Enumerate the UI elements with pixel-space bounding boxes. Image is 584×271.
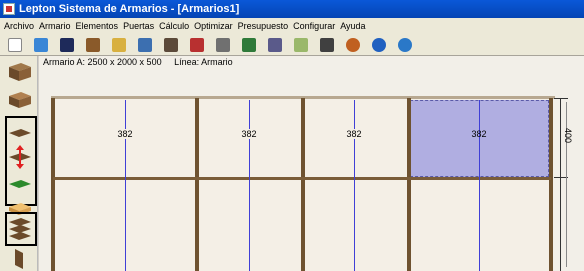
shelf-icon [9, 129, 31, 137]
move-shelf-icon [9, 145, 31, 169]
wardrobe-dimensions-label: Armario A: 2500 x 2000 x 500 [43, 57, 162, 67]
divider-3[interactable] [407, 98, 411, 271]
design-canvas[interactable]: Armario A: 2500 x 2000 x 500 Línea: Arma… [39, 56, 584, 271]
dimension-label-4: 382 [471, 129, 487, 139]
wardrobe-icon [86, 37, 100, 52]
new-document-icon [8, 37, 22, 52]
menu-elementos[interactable]: Elementos [76, 21, 119, 31]
monitor-button[interactable] [136, 36, 154, 54]
menu-presupuesto[interactable]: Presupuesto [238, 21, 289, 31]
green-shelf-icon [9, 180, 31, 188]
toolbar [0, 34, 584, 56]
dimension-label-2: 382 [229, 129, 269, 139]
divider-2[interactable] [301, 98, 305, 271]
dimension-label-3: 382 [334, 129, 374, 139]
shelf-button[interactable] [6, 120, 34, 146]
menu-calculo[interactable]: Cálculo [159, 21, 189, 31]
wardrobe-top-button[interactable] [6, 59, 34, 85]
menu-bar: Archivo Armario Elementos Puertas Cálcul… [0, 18, 584, 34]
menu-archivo[interactable]: Archivo [4, 21, 34, 31]
book-button[interactable] [188, 36, 206, 54]
multiple-shelves-button[interactable] [6, 216, 34, 242]
monitor-icon [138, 37, 152, 52]
stack-button[interactable] [240, 36, 258, 54]
dimension-line-1 [125, 100, 126, 271]
printer-icon [268, 37, 282, 52]
canvas-info-line: Armario A: 2500 x 2000 x 500 Línea: Arma… [39, 56, 243, 68]
list-button[interactable] [292, 36, 310, 54]
move-shelf-button[interactable] [6, 144, 34, 170]
left-side-panel[interactable] [51, 98, 55, 271]
globe-button[interactable] [396, 36, 414, 54]
app-icon [3, 3, 15, 15]
wardrobe-top-icon [9, 63, 31, 81]
wardrobe-button[interactable] [84, 36, 102, 54]
tools-button[interactable] [214, 36, 232, 54]
tools-icon [216, 37, 230, 52]
save-icon [60, 37, 74, 52]
ruler-tick-top [554, 98, 568, 99]
new-document-button[interactable] [6, 36, 24, 54]
right-side-panel[interactable] [549, 98, 553, 271]
side-dimension-label: 400 [563, 128, 573, 144]
book-icon [190, 37, 204, 52]
menu-puertas[interactable]: Puertas [123, 21, 154, 31]
printer-button[interactable] [266, 36, 284, 54]
menu-optimizar[interactable]: Optimizar [194, 21, 233, 31]
shelf-board[interactable] [53, 177, 551, 180]
dimension-label-1: 382 [105, 129, 145, 139]
linea-label: Línea: Armario [174, 57, 233, 67]
green-shelf-button[interactable] [6, 171, 34, 197]
draw-icon [320, 37, 334, 52]
globe-icon [398, 37, 412, 52]
side-panel-button[interactable] [6, 246, 34, 271]
eject-icon [346, 37, 360, 52]
menu-armario[interactable]: Armario [39, 21, 71, 31]
save-button[interactable] [58, 36, 76, 54]
pencil-icon [112, 37, 126, 52]
dimension-line-3 [354, 100, 355, 271]
menu-configurar[interactable]: Configurar [293, 21, 335, 31]
eject-button[interactable] [344, 36, 362, 54]
title-bar: Lepton Sistema de Armarios - [Armarios1] [0, 0, 584, 18]
cycle-button[interactable] [370, 36, 388, 54]
wardrobe-box-button[interactable] [6, 86, 34, 112]
pencil-button[interactable] [110, 36, 128, 54]
draw-button[interactable] [318, 36, 336, 54]
wardrobe-box-icon [9, 92, 31, 108]
open-button[interactable] [32, 36, 50, 54]
height-ruler-line [560, 98, 561, 271]
dimension-line-4 [479, 100, 480, 271]
panel-button[interactable] [162, 36, 180, 54]
list-icon [294, 37, 308, 52]
menu-ayuda[interactable]: Ayuda [340, 21, 365, 31]
ruler-second-line [566, 102, 567, 267]
dimension-line-2 [249, 100, 250, 271]
side-panel-icon [15, 249, 23, 269]
divider-1[interactable] [195, 98, 199, 271]
left-toolbox [0, 56, 38, 271]
multiple-shelves-icon [9, 218, 31, 240]
panel-icon [164, 37, 178, 52]
stack-icon [242, 37, 256, 52]
cycle-icon [372, 37, 386, 52]
open-icon [34, 37, 48, 52]
window-title: Lepton Sistema de Armarios - [Armarios1] [19, 3, 240, 15]
